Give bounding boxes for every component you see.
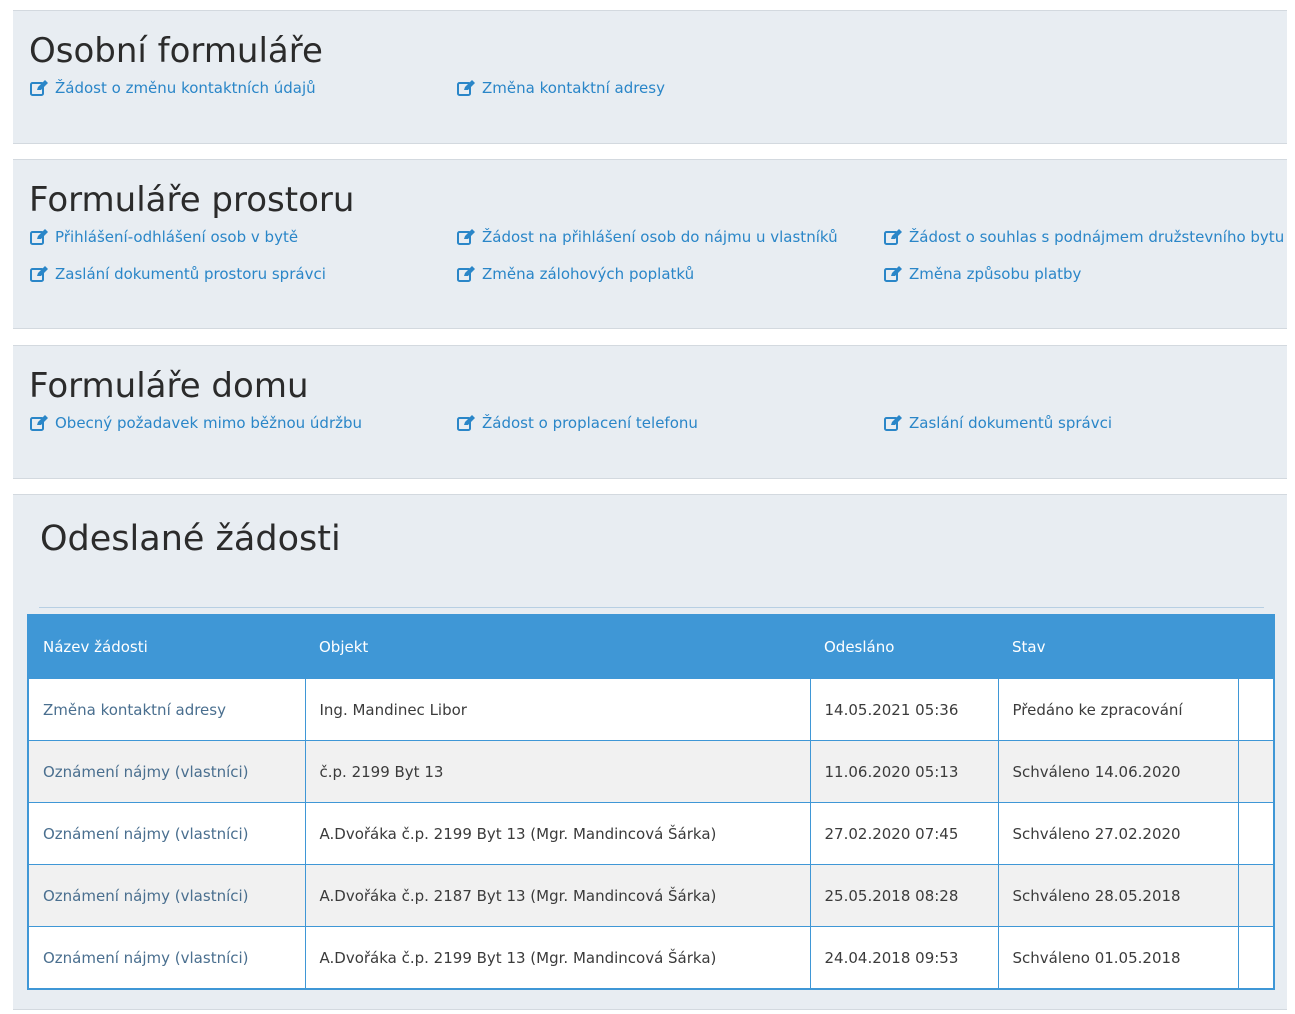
link-phone-reimbursement[interactable]: Žádost o proplacení telefonu (457, 414, 698, 432)
link-change-payment-method[interactable]: Změna způsobu platby (884, 265, 1081, 283)
column-header-object[interactable]: Objekt (305, 615, 810, 679)
link-change-contact-address[interactable]: Změna kontaktní adresy (457, 79, 665, 97)
link-send-space-documents[interactable]: Zaslání dokumentů prostoru správci (30, 265, 326, 283)
house-forms-title: Formuláře domu (29, 366, 309, 406)
edit-icon (457, 229, 475, 245)
cell-actions (1237, 926, 1275, 990)
cell-sent-date: 14.05.2021 05:36 (809, 678, 999, 741)
link-label: Změna zálohových poplatků (482, 265, 695, 283)
table-row[interactable]: Oznámení nájmy (vlastníci) A.Dvořáka č.p… (27, 864, 1275, 927)
link-label: Zaslání dokumentů prostoru správci (55, 265, 326, 283)
cell-request-name[interactable]: Oznámení nájmy (vlastníci) (27, 926, 306, 990)
space-forms-title: Formuláře prostoru (29, 180, 355, 220)
cell-object: A.Dvořáka č.p. 2199 Byt 13 (Mgr. Mandinc… (304, 926, 811, 990)
cell-request-name[interactable]: Oznámení nájmy (vlastníci) (27, 864, 306, 927)
link-register-persons[interactable]: Přihlášení-odhlášení osob v bytě (30, 228, 298, 246)
table-row[interactable]: Oznámení nájmy (vlastníci) A.Dvořáka č.p… (27, 802, 1275, 865)
link-label: Změna způsobu platby (909, 265, 1082, 283)
edit-icon (457, 80, 475, 96)
cell-object: A.Dvořáka č.p. 2199 Byt 13 (Mgr. Mandinc… (304, 802, 811, 865)
cell-request-name[interactable]: Oznámení nájmy (vlastníci) (27, 740, 306, 803)
cell-actions (1237, 864, 1275, 927)
cell-status: Schváleno 14.06.2020 (997, 740, 1239, 803)
column-header-status[interactable]: Stav (998, 615, 1238, 679)
edit-icon (884, 229, 902, 245)
link-change-advance-fees[interactable]: Změna zálohových poplatků (457, 265, 694, 283)
cell-sent-date: 27.02.2020 07:45 (809, 802, 999, 865)
sent-requests-panel: Odeslané žádosti Název žádosti Objekt Od… (13, 494, 1287, 1010)
cell-actions (1237, 678, 1275, 741)
cell-request-name[interactable]: Změna kontaktní adresy (27, 678, 306, 741)
house-forms-panel: Formuláře domu Obecný požadavek mimo běž… (13, 345, 1287, 479)
divider (39, 607, 1264, 608)
edit-icon (884, 266, 902, 282)
column-header-name[interactable]: Název žádosti (28, 615, 305, 679)
link-sublease-consent[interactable]: Žádost o souhlas s podnájmem družstevníh… (884, 228, 1284, 246)
link-register-tenants-owners[interactable]: Žádost na přihlášení osob do nájmu u vla… (457, 228, 838, 246)
column-header-sent[interactable]: Odesláno (810, 615, 998, 679)
edit-icon (30, 80, 48, 96)
edit-icon (457, 266, 475, 282)
cell-status: Schváleno 01.05.2018 (997, 926, 1239, 990)
edit-icon (457, 415, 475, 431)
edit-icon (884, 415, 902, 431)
cell-request-name[interactable]: Oznámení nájmy (vlastníci) (27, 802, 306, 865)
sent-requests-table: Název žádosti Objekt Odesláno Stav Změna… (27, 614, 1275, 990)
cell-sent-date: 25.05.2018 08:28 (809, 864, 999, 927)
cell-status: Schváleno 27.02.2020 (997, 802, 1239, 865)
link-general-request[interactable]: Obecný požadavek mimo běžnou údržbu (30, 414, 362, 432)
cell-status: Schváleno 28.05.2018 (997, 864, 1239, 927)
link-label: Žádost na přihlášení osob do nájmu u vla… (482, 228, 838, 246)
table-row[interactable]: Změna kontaktní adresy Ing. Mandinec Lib… (27, 678, 1275, 741)
sent-requests-title: Odeslané žádosti (40, 519, 341, 559)
link-change-contact-details[interactable]: Žádost o změnu kontaktních údajů (30, 79, 316, 97)
link-label: Přihlášení-odhlášení osob v bytě (55, 228, 299, 246)
cell-sent-date: 24.04.2018 09:53 (809, 926, 999, 990)
personal-forms-panel: Osobní formuláře Žádost o změnu kontaktn… (13, 10, 1287, 144)
link-send-documents-manager[interactable]: Zaslání dokumentů správci (884, 414, 1112, 432)
link-label: Žádost o změnu kontaktních údajů (55, 79, 316, 97)
link-label: Zaslání dokumentů správci (909, 414, 1113, 432)
cell-actions (1237, 802, 1275, 865)
table-header-row: Název žádosti Objekt Odesláno Stav (28, 615, 1274, 679)
column-header-actions (1238, 615, 1274, 679)
personal-forms-title: Osobní formuláře (29, 31, 323, 71)
cell-status: Předáno ke zpracování (997, 678, 1239, 741)
edit-icon (30, 266, 48, 282)
cell-sent-date: 11.06.2020 05:13 (809, 740, 999, 803)
table-row[interactable]: Oznámení nájmy (vlastníci) A.Dvořáka č.p… (27, 926, 1275, 990)
link-label: Žádost o souhlas s podnájmem družstevníh… (909, 228, 1285, 246)
edit-icon (30, 229, 48, 245)
link-label: Obecný požadavek mimo běžnou údržbu (55, 414, 363, 432)
link-label: Žádost o proplacení telefonu (482, 414, 698, 432)
space-forms-panel: Formuláře prostoru Přihlášení-odhlášení … (13, 159, 1287, 329)
link-label: Změna kontaktní adresy (482, 79, 665, 97)
table-row[interactable]: Oznámení nájmy (vlastníci) č.p. 2199 Byt… (27, 740, 1275, 803)
cell-object: č.p. 2199 Byt 13 (304, 740, 811, 803)
cell-object: A.Dvořáka č.p. 2187 Byt 13 (Mgr. Mandinc… (304, 864, 811, 927)
cell-actions (1237, 740, 1275, 803)
cell-object: Ing. Mandinec Libor (304, 678, 811, 741)
edit-icon (30, 415, 48, 431)
